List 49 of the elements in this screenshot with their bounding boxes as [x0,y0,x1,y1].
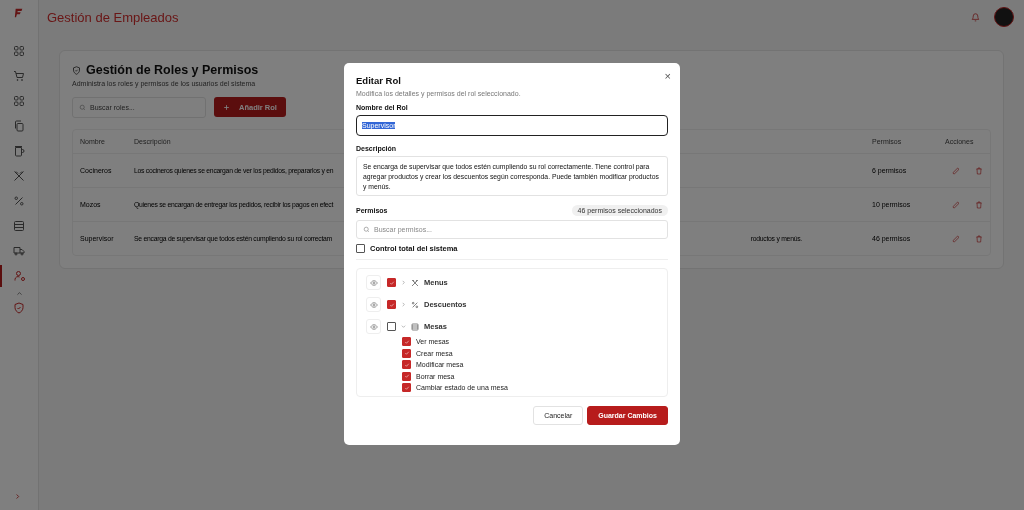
pencil-icon[interactable] [952,200,960,209]
view-button[interactable] [366,275,381,290]
bell-icon[interactable] [971,12,980,22]
checkbox[interactable] [387,300,396,309]
grid-icon [13,95,25,107]
pencil-icon[interactable] [952,166,960,175]
cart-icon [13,70,25,82]
cup-icon [13,145,25,157]
close-button[interactable]: × [664,70,671,82]
search-icon [79,104,86,111]
truck-icon [13,245,25,257]
search-icon [363,226,370,233]
copy-icon [13,120,25,132]
view-button[interactable] [366,319,381,334]
shield-check-icon [13,302,25,314]
grid-icon [13,45,25,57]
trash-icon[interactable] [975,166,983,175]
chevron-right-icon[interactable] [401,280,406,285]
checkbox[interactable] [402,360,411,370]
shield-check-icon [72,65,81,75]
dialog-title: Editar Rol [356,75,402,86]
eye-icon [369,322,378,331]
eye-icon [369,278,378,287]
plus-icon [223,103,230,111]
checkbox[interactable] [402,337,411,347]
app-title: Gestión de Empleados [47,9,179,25]
user-gear-icon [14,270,26,282]
table-icon [13,220,25,232]
chevron-right-icon[interactable] [401,302,406,307]
trash-icon[interactable] [975,234,983,243]
percent-icon [411,300,419,309]
checkbox[interactable] [402,371,411,381]
checkbox[interactable] [402,348,411,358]
page-title: Gestión de Roles y Permisos [86,63,259,77]
logo-icon [14,8,24,18]
table-icon [411,322,419,331]
chevron-up-icon[interactable] [15,290,23,297]
checkbox[interactable] [356,244,365,253]
checkbox[interactable] [402,383,411,393]
percent-icon [13,195,25,207]
view-button[interactable] [366,297,381,312]
avatar[interactable] [994,7,1014,27]
pencil-icon[interactable] [952,234,960,243]
checkbox[interactable] [387,322,396,331]
checkbox[interactable] [387,278,396,287]
chevron-down-icon[interactable] [401,324,406,329]
chevron-right-icon[interactable] [14,493,21,500]
eye-icon [369,300,378,309]
trash-icon[interactable] [975,200,983,209]
